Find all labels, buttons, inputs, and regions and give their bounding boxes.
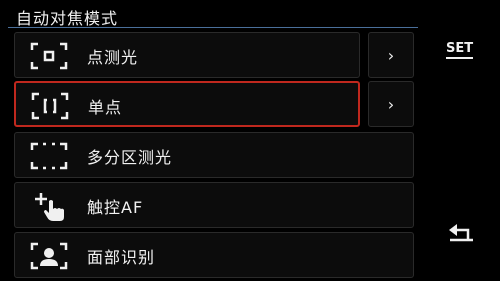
- title-divider: [8, 27, 418, 28]
- menu-item-touch-af[interactable]: 触控AF: [14, 182, 414, 228]
- page-title: 自动对焦模式: [16, 9, 119, 28]
- menu-item-single-point[interactable]: 单点: [14, 81, 360, 127]
- center-point-af-icon: [30, 42, 68, 70]
- menu-item-label: 点测光: [87, 48, 139, 67]
- center-point-arrow-button[interactable]: ›: [368, 32, 414, 78]
- menu-item-multi-zone[interactable]: 多分区测光: [14, 132, 414, 178]
- menu-item-label: 面部识别: [87, 248, 156, 267]
- menu-item-face-detection[interactable]: 面部识别: [14, 232, 414, 278]
- single-point-arrow-button[interactable]: ›: [368, 81, 414, 127]
- multi-zone-af-icon: [30, 142, 68, 170]
- menu-item-label: 单点: [88, 98, 123, 117]
- face-detection-icon: [30, 242, 68, 270]
- single-point-af-icon: [31, 92, 69, 120]
- set-button[interactable]: SET: [446, 42, 474, 59]
- menu-item-center-point[interactable]: 点测光: [14, 32, 360, 78]
- menu-item-label: 多分区测光: [87, 148, 173, 167]
- menu-item-label: 触控AF: [87, 198, 144, 217]
- touch-af-icon: [35, 193, 64, 221]
- return-arrow-icon[interactable]: [446, 222, 476, 246]
